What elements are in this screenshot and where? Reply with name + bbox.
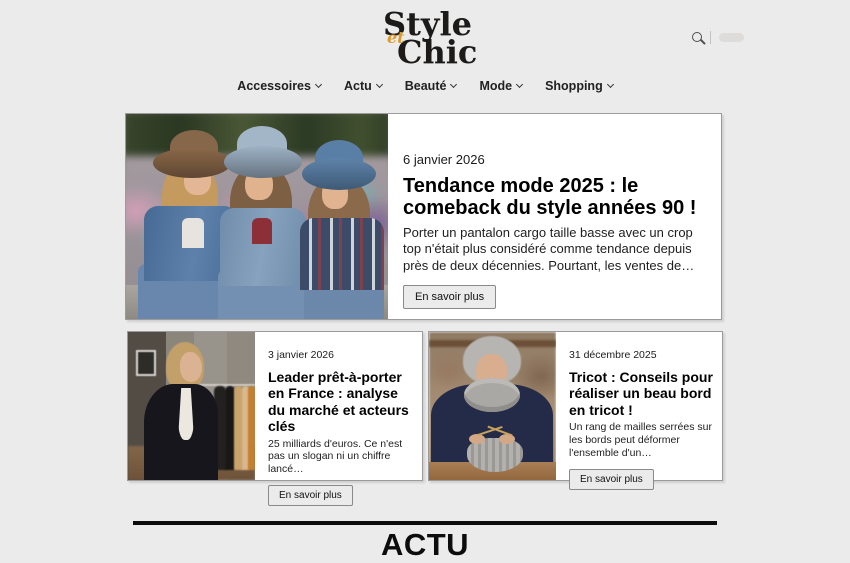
- hero-article-content: 6 janvier 2026 Tendance mode 2025 : le c…: [388, 114, 721, 319]
- chevron-down-icon: [315, 81, 322, 88]
- main-nav: Accessoires Actu Beauté Mode Shopping: [0, 79, 850, 93]
- hero-excerpt: Porter un pantalon cargo taille basse av…: [403, 225, 703, 274]
- card-read-more-button[interactable]: En savoir plus: [268, 485, 353, 506]
- article-card-pret-a-porter: 3 janvier 2026 Leader prêt-à-porter en F…: [127, 331, 423, 481]
- chevron-down-icon: [450, 81, 457, 88]
- logo-word-et: et: [387, 30, 405, 46]
- header-divider: [710, 31, 711, 44]
- card-title[interactable]: Tricot : Conseils pour réaliser un beau …: [569, 369, 714, 418]
- card-content: 31 décembre 2025 Tricot : Conseils pour …: [556, 332, 722, 480]
- hero-date: 6 janvier 2026: [403, 152, 703, 167]
- card-image-knitting[interactable]: [429, 332, 556, 480]
- article-card-tricot: 31 décembre 2025 Tricot : Conseils pour …: [428, 331, 723, 481]
- nav-item-shopping[interactable]: Shopping: [545, 79, 613, 93]
- chevron-down-icon: [607, 81, 614, 88]
- hero-read-more-button[interactable]: En savoir plus: [403, 285, 496, 309]
- card-date: 31 décembre 2025: [569, 349, 714, 361]
- card-title[interactable]: Leader prêt-à-porter en France : analyse…: [268, 369, 414, 435]
- card-content: 3 janvier 2026 Leader prêt-à-porter en F…: [255, 332, 422, 480]
- card-excerpt: Un rang de mailles serrées sur les bords…: [569, 421, 714, 459]
- photo-wall-frame: [136, 350, 156, 376]
- logo-word-chic: et Chic: [397, 36, 465, 68]
- search-icon[interactable]: [692, 32, 702, 42]
- nav-item-mode[interactable]: Mode: [479, 79, 522, 93]
- nav-item-actu[interactable]: Actu: [344, 79, 382, 93]
- card-read-more-button[interactable]: En savoir plus: [569, 469, 654, 490]
- photo-knitted-scarf: [464, 378, 520, 412]
- toggle-switch[interactable]: [719, 33, 744, 42]
- section-title-actu: ACTU: [0, 527, 850, 563]
- card-date: 3 janvier 2026: [268, 349, 414, 361]
- chevron-down-icon: [516, 81, 523, 88]
- nav-item-beaute[interactable]: Beauté: [405, 79, 457, 93]
- section-divider-rule: [133, 521, 717, 525]
- nav-item-accessoires[interactable]: Accessoires: [237, 79, 321, 93]
- chevron-down-icon: [376, 81, 383, 88]
- site-logo[interactable]: Style et Chic: [385, 8, 465, 68]
- hero-article-card: 6 janvier 2026 Tendance mode 2025 : le c…: [125, 113, 722, 320]
- hero-title[interactable]: Tendance mode 2025 : le comeback du styl…: [403, 176, 703, 219]
- photo-woman-face: [180, 352, 202, 382]
- header-utilities: [692, 29, 744, 45]
- card-image-store[interactable]: [128, 332, 255, 480]
- hero-article-image[interactable]: [126, 114, 388, 319]
- card-excerpt: 25 milliards d'euros. Ce n'est pas un sl…: [268, 438, 414, 476]
